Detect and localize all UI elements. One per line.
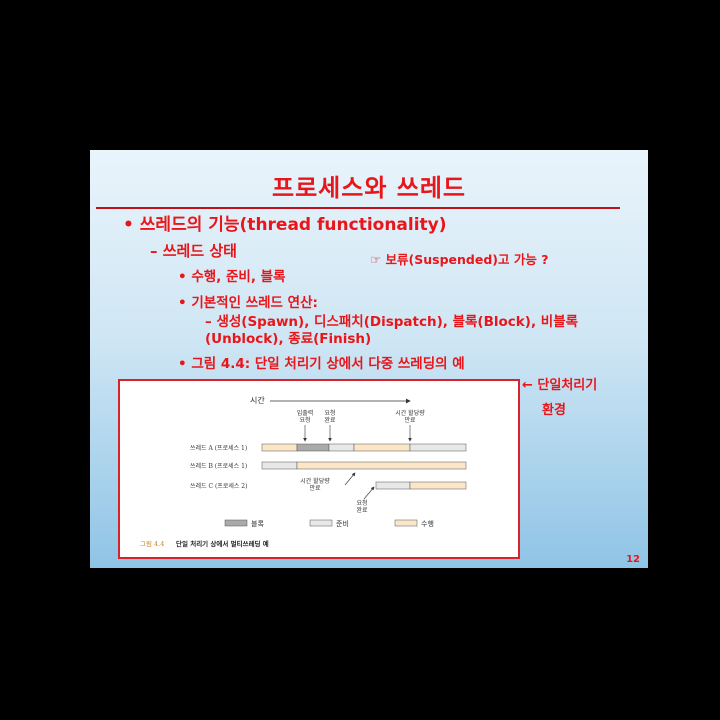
bullet-basic-operations: • 기본적인 쓰레드 연산: [178, 295, 318, 311]
annotation-req-bottom-line1: 요청 [356, 500, 367, 507]
legend-ready-swatch [309, 519, 333, 527]
annotation-req-line1: 요청 [324, 410, 335, 417]
annotation-req-bottom-arrow [363, 486, 375, 500]
legend-run-swatch [394, 519, 418, 527]
thread-a-blocked [296, 443, 330, 452]
side-note-uniprocessor: ← 단일처리기 [522, 378, 598, 393]
side-note-environment: 환경 [542, 403, 566, 418]
thread-c-run [409, 481, 467, 490]
bullet-thread-functionality: • 쓰레드의 기능(thread functionality) [123, 215, 447, 235]
thread-a-run-2 [353, 443, 411, 452]
title-underline [96, 207, 620, 209]
bullet-states-list: • 수행, 준비, 블록 [178, 269, 286, 285]
legend-blocked-swatch [224, 519, 248, 527]
thread-c-label: 쓰레드 C (프로세스 2) [190, 482, 247, 490]
bullet-figure-reference: • 그림 4.4: 단일 처리기 상에서 다중 쓰레딩의 예 [178, 356, 465, 372]
slide: 프로세스와 쓰레드 • 쓰레드의 기능(thread functionality… [90, 150, 648, 568]
bullet-operations-list: – 생성(Spawn), 디스패치(Dispatch), 블록(Block), … [205, 314, 579, 347]
thread-b-ready [261, 461, 298, 470]
thread-b-run [296, 461, 467, 470]
annotation-io-line2: 요청 [299, 417, 310, 424]
figure-caption-text: 단일 처리기 상에서 멀티쓰레딩 예 [176, 539, 269, 548]
time-label: 시간 [250, 395, 265, 405]
thread-a-run-1 [261, 443, 298, 452]
legend-run-label: 수행 [421, 519, 434, 528]
annotation-req-bottom-line2: 완료 [356, 506, 368, 514]
legend-blocked-label: 블록 [251, 519, 264, 528]
annotation-quantum-mid-line1: 시간 할당량 [300, 477, 330, 485]
annotation-quantum-line2: 만료 [404, 416, 416, 424]
thread-c-ready [375, 481, 411, 490]
annotation-quantum-line1: 시간 할당량 [395, 409, 425, 417]
suspended-note: ☞ 보류(Suspended)고 가능 ? [370, 252, 549, 267]
figure-4-4: 시간 입출력 요청 요청 완료 시간 할당량 만료 쓰레드 A (프로세스 1)… [118, 379, 520, 559]
slide-title: 프로세스와 쓰레드 [272, 174, 466, 202]
annotation-req-line2: 완료 [324, 416, 336, 424]
page-number: 12 [626, 554, 640, 565]
annotation-quantum-mid-arrow [344, 472, 356, 486]
thread-a-ready-2 [409, 443, 467, 452]
multithreading-diagram: 시간 입출력 요청 요청 완료 시간 할당량 만료 쓰레드 A (프로세스 1)… [140, 395, 467, 548]
thread-a-ready-1 [328, 443, 355, 452]
annotation-quantum-mid-line2: 만료 [309, 484, 321, 492]
annotation-io-line1: 입출력 [297, 409, 314, 417]
figure-caption-number: 그림 4.4 [140, 540, 164, 548]
thread-b-label: 쓰레드 B (프로세스 1) [190, 462, 247, 470]
legend-ready-label: 준비 [336, 519, 349, 528]
bullet-thread-states: – 쓰레드 상태 [150, 242, 237, 260]
thread-a-label: 쓰레드 A (프로세스 1) [190, 444, 247, 452]
